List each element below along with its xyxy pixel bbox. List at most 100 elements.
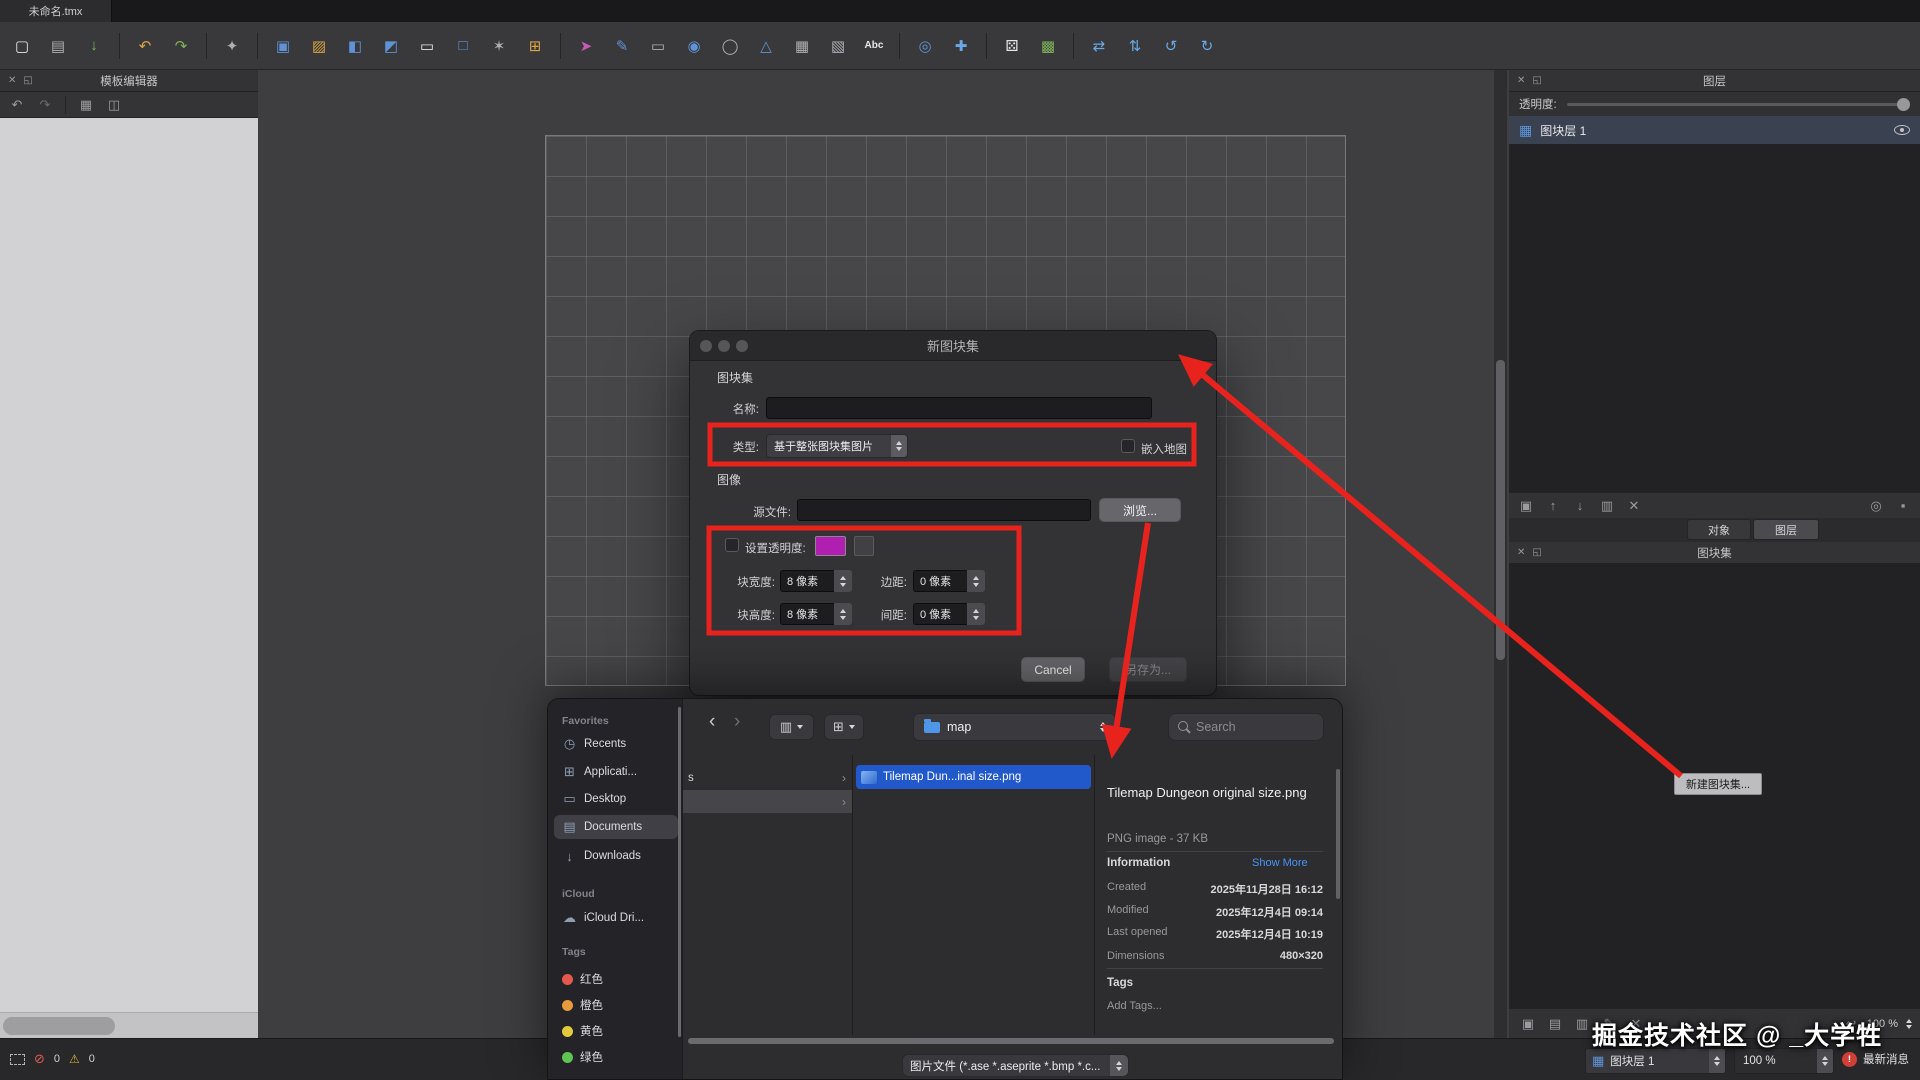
pan-tool-icon[interactable]: ✚	[947, 32, 975, 60]
scrollbar-thumb[interactable]	[3, 1017, 115, 1035]
folder-row-selected[interactable]: ›	[683, 790, 852, 813]
sidebar-item-icloud-drive[interactable]: ☁ iCloud Dri...	[554, 906, 678, 930]
add-tags-field[interactable]: Add Tags...	[1107, 1000, 1162, 1012]
close-button[interactable]	[700, 340, 712, 352]
sidebar-item-recents[interactable]: ◷ Recents	[554, 732, 678, 756]
location-dropdown[interactable]: map	[913, 713, 1116, 741]
new-layer-icon[interactable]: ▣	[1515, 496, 1537, 516]
minimize-button[interactable]	[718, 340, 730, 352]
chevron-updown-icon[interactable]	[1709, 1049, 1725, 1073]
world-tool-icon[interactable]: ◎	[911, 32, 939, 60]
dialog-titlebar[interactable]: 新图块集	[690, 331, 1216, 361]
new-file-icon[interactable]: ▢	[8, 32, 36, 60]
float-panel-icon[interactable]: ◱	[1532, 75, 1541, 86]
tab-untitled[interactable]: 未命名.tmx	[0, 0, 112, 22]
random-mode-icon[interactable]: ⚄	[998, 32, 1026, 60]
template-undo-icon[interactable]: ↶	[6, 95, 28, 115]
template-editor-hscrollbar[interactable]	[0, 1012, 258, 1038]
open-file-icon[interactable]: ▤	[44, 32, 72, 60]
open-tileset-icon[interactable]: ▤	[1544, 1014, 1566, 1034]
magic-wand-icon[interactable]: ✶	[485, 32, 513, 60]
horizontal-scrollbar[interactable]	[688, 1038, 1334, 1044]
stepper-arrows-icon[interactable]	[967, 570, 985, 592]
slider-knob[interactable]	[1897, 98, 1910, 111]
sidebar-scrollbar[interactable]	[678, 707, 681, 1037]
sidebar-item-tag-green[interactable]: 绿色	[554, 1045, 678, 1069]
lower-layer-icon[interactable]: ↓	[1569, 496, 1591, 516]
error-icon[interactable]: ⊘	[34, 1051, 45, 1067]
new-tileset-icon[interactable]: ▣	[1517, 1014, 1539, 1034]
rotate-left-icon[interactable]: ↺	[1157, 32, 1185, 60]
insert-polygon-icon[interactable]: △	[752, 32, 780, 60]
zoom-button[interactable]	[736, 340, 748, 352]
zoom-stepper-icon[interactable]	[1817, 1049, 1833, 1073]
spacing-stepper[interactable]: 0 像素	[913, 603, 985, 625]
insert-rect-icon[interactable]: ▭	[644, 32, 672, 60]
file-row-selected[interactable]: Tilemap Dun...inal size.png	[856, 765, 1091, 789]
select-object-icon[interactable]: ➤	[572, 32, 600, 60]
scrollbar-thumb[interactable]	[1496, 360, 1505, 660]
use-transparency-checkbox[interactable]	[725, 538, 739, 552]
save-as-button[interactable]: 另存为...	[1109, 657, 1187, 682]
sidebar-item-tag-red[interactable]: 红色	[554, 967, 678, 991]
margin-stepper[interactable]: 0 像素	[913, 570, 985, 592]
edit-polygons-icon[interactable]: ✎	[608, 32, 636, 60]
terrain-mode-icon[interactable]: ▩	[1034, 32, 1062, 60]
forward-button[interactable]: ›	[734, 711, 740, 733]
template-editor-canvas[interactable]	[0, 118, 258, 1012]
back-button[interactable]: ‹	[709, 711, 715, 733]
folder-row[interactable]: s ›	[683, 766, 852, 789]
layer-visibility-eye-icon[interactable]	[1894, 125, 1910, 135]
news-row[interactable]: ! 最新消息	[1842, 1051, 1909, 1067]
source-file-input[interactable]	[797, 499, 1091, 521]
transparency-color-swatch[interactable]	[815, 536, 846, 556]
sidebar-item-applications[interactable]: ⊞ Applicati...	[554, 760, 678, 784]
template-object-view-icon[interactable]: ◫	[103, 95, 125, 115]
flip-horizontal-icon[interactable]: ⇄	[1085, 32, 1113, 60]
rotate-right-icon[interactable]: ↻	[1193, 32, 1221, 60]
embed-tileset-icon[interactable]: ▥	[1571, 1014, 1593, 1034]
float-panel-icon[interactable]: ◱	[23, 75, 32, 86]
name-input[interactable]	[766, 397, 1152, 419]
browse-button[interactable]: 浏览...	[1099, 498, 1181, 522]
save-file-icon[interactable]: ↓	[80, 32, 108, 60]
color-picker-swatch[interactable]	[854, 536, 874, 556]
sidebar-item-tag-yellow[interactable]: 黄色	[554, 1019, 678, 1043]
insert-point-icon[interactable]: ◉	[680, 32, 708, 60]
redo-icon[interactable]: ↷	[167, 32, 195, 60]
raise-layer-icon[interactable]: ↑	[1542, 496, 1564, 516]
highlight-layer-icon[interactable]: ◎	[1865, 496, 1887, 516]
terrain-brush-icon[interactable]: ▨	[305, 32, 333, 60]
file-type-filter-dropdown[interactable]: 图片文件 (*.ase *.aseprite *.bmp *.c...	[902, 1054, 1129, 1077]
template-tileset-view-icon[interactable]: ▦	[75, 95, 97, 115]
view-options-button[interactable]: ⊞	[824, 714, 864, 740]
insert-tile-icon[interactable]: ▦	[788, 32, 816, 60]
view-mode-columns-button[interactable]: ▥	[769, 714, 814, 740]
sidebar-item-tag-orange[interactable]: 橙色	[554, 993, 678, 1017]
close-panel-icon[interactable]: ✕	[1517, 75, 1525, 86]
opacity-slider[interactable]	[1567, 103, 1910, 106]
layers-panel-body[interactable]	[1509, 144, 1920, 492]
stamp-brush-icon[interactable]: ▣	[269, 32, 297, 60]
eraser-icon[interactable]: ▭	[413, 32, 441, 60]
close-panel-icon[interactable]: ✕	[1517, 547, 1525, 558]
embed-in-map-checkbox[interactable]	[1121, 439, 1135, 453]
float-panel-icon[interactable]: ◱	[1532, 547, 1541, 558]
new-tileset-button[interactable]: 新建图块集...	[1674, 773, 1762, 795]
stepper-arrows-icon[interactable]	[967, 603, 985, 625]
same-tile-select-icon[interactable]: ⊞	[521, 32, 549, 60]
shape-fill-icon[interactable]: ◩	[377, 32, 405, 60]
sidebar-item-desktop[interactable]: ▭ Desktop	[554, 787, 678, 811]
bucket-fill-icon[interactable]: ◧	[341, 32, 369, 60]
execute-command-icon[interactable]: ✦	[218, 32, 246, 60]
search-field[interactable]: Search	[1168, 713, 1324, 741]
rect-select-icon[interactable]: □	[449, 32, 477, 60]
insert-text-icon[interactable]: Abc	[860, 32, 888, 60]
layer-list-item[interactable]: ▦ 图块层 1	[1509, 116, 1920, 144]
insert-ellipse-icon[interactable]: ◯	[716, 32, 744, 60]
insert-template-icon[interactable]: ▧	[824, 32, 852, 60]
preview-scrollbar[interactable]	[1336, 769, 1340, 899]
template-redo-icon[interactable]: ↷	[34, 95, 56, 115]
tab-objects[interactable]: 对象	[1687, 519, 1751, 540]
close-panel-icon[interactable]: ✕	[8, 75, 16, 86]
